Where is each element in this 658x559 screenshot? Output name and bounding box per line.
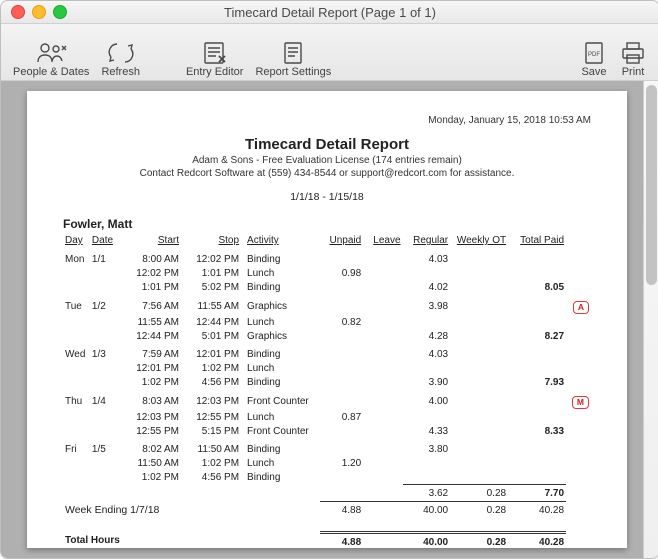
col-activity: Activity <box>241 233 320 248</box>
toolbar-label: People & Dates <box>13 66 89 78</box>
save-button[interactable]: PDF Save <box>575 26 613 78</box>
page-viewport[interactable]: Monday, January 15, 2018 10:53 AM Timeca… <box>1 81 643 558</box>
employee-name: Fowler, Matt <box>63 217 591 231</box>
table-row: Mon1/18:00 AM12:02 PMBinding4.03 <box>63 248 591 267</box>
note-badge: M <box>572 396 589 409</box>
table-header-row: Day Date Start Stop Activity Unpaid Leav… <box>63 233 591 248</box>
toolbar-label: Entry Editor <box>186 66 243 78</box>
entry-editor-icon <box>201 40 229 66</box>
table-row: Wed1/37:59 AM12:01 PMBinding4.03 <box>63 343 591 362</box>
report-title: Timecard Detail Report <box>63 136 591 153</box>
vertical-scrollbar[interactable] <box>643 81 658 558</box>
table-row: 1:02 PM4:56 PMBinding <box>63 471 591 485</box>
total-hours-row: Total Hours4.8840.000.2840.28 <box>63 532 591 549</box>
titlebar: Timecard Detail Report (Page 1 of 1) <box>1 1 658 24</box>
toolbar-label: Refresh <box>101 66 140 78</box>
print-timestamp: Monday, January 15, 2018 10:53 AM <box>63 115 591 126</box>
table-row: Thu1/48:03 AM12:03 PMFront Counter4.00M <box>63 390 591 411</box>
col-day: Day <box>63 233 90 248</box>
table-row: 12:03 PM12:55 PMLunch0.87 <box>63 410 591 424</box>
window-title: Timecard Detail Report (Page 1 of 1) <box>1 5 658 20</box>
col-regular: Regular <box>403 233 451 248</box>
week-ending-row: Week Ending 1/7/184.8840.000.2840.28 <box>63 501 591 518</box>
col-total-paid: Total Paid <box>508 233 566 248</box>
table-row: 1:02 PM4:56 PMBinding3.907.93 <box>63 376 591 390</box>
refresh-button[interactable]: Refresh <box>95 26 146 78</box>
table-row: 11:50 AM1:02 PMLunch1.20 <box>63 457 591 471</box>
col-leave: Leave <box>363 233 402 248</box>
table-row: Fri1/58:02 AM11:50 AMBinding3.80 <box>63 438 591 457</box>
col-stop: Stop <box>181 233 241 248</box>
col-start: Start <box>121 233 181 248</box>
note-badge: A <box>573 301 589 314</box>
report-settings-icon <box>280 40 306 66</box>
svg-text:PDF: PDF <box>588 52 600 58</box>
contact-line: Contact Redcort Software at (559) 434-85… <box>63 168 591 179</box>
toolbar: People & Dates Refresh Entry Editor Repo… <box>1 24 658 81</box>
col-unpaid: Unpaid <box>320 233 363 248</box>
table-row: 11:55 AM12:44 PMLunch0.82 <box>63 315 591 329</box>
people-icon <box>34 40 68 66</box>
report-settings-button[interactable]: Report Settings <box>249 26 337 78</box>
toolbar-label: Save <box>581 66 606 78</box>
toolbar-label: Print <box>622 66 645 78</box>
timecard-table: Day Date Start Stop Activity Unpaid Leav… <box>63 233 591 549</box>
col-date: Date <box>90 233 121 248</box>
table-row: 12:01 PM1:02 PMLunch <box>63 362 591 376</box>
table-row: 1:01 PM5:02 PMBinding4.028.05 <box>63 281 591 295</box>
day-sum-row: 3.620.287.70 <box>63 485 591 502</box>
people-and-dates-button[interactable]: People & Dates <box>7 26 95 78</box>
report-page: Monday, January 15, 2018 10:53 AM Timeca… <box>27 91 627 548</box>
entry-editor-button[interactable]: Entry Editor <box>180 26 249 78</box>
print-button[interactable]: Print <box>613 26 653 78</box>
col-weekly-ot: Weekly OT <box>450 233 508 248</box>
refresh-icon <box>107 40 135 66</box>
table-row: Tue1/27:56 AM11:55 AMGraphics3.98A <box>63 295 591 316</box>
table-row: 12:02 PM1:01 PMLunch0.98 <box>63 267 591 281</box>
pdf-icon: PDF <box>581 40 607 66</box>
table-row: 12:55 PM5:15 PMFront Counter4.338.33 <box>63 424 591 438</box>
zoom-icon[interactable] <box>53 5 67 19</box>
scrollbar-thumb[interactable] <box>646 85 657 285</box>
close-icon[interactable] <box>11 5 25 19</box>
toolbar-label: Report Settings <box>255 66 331 78</box>
license-line: Adam & Sons - Free Evaluation License (1… <box>63 155 591 166</box>
date-range: 1/1/18 - 1/15/18 <box>63 191 591 203</box>
minimize-icon[interactable] <box>32 5 46 19</box>
print-icon <box>619 40 647 66</box>
table-row: 12:44 PM5:01 PMGraphics4.288.27 <box>63 329 591 343</box>
